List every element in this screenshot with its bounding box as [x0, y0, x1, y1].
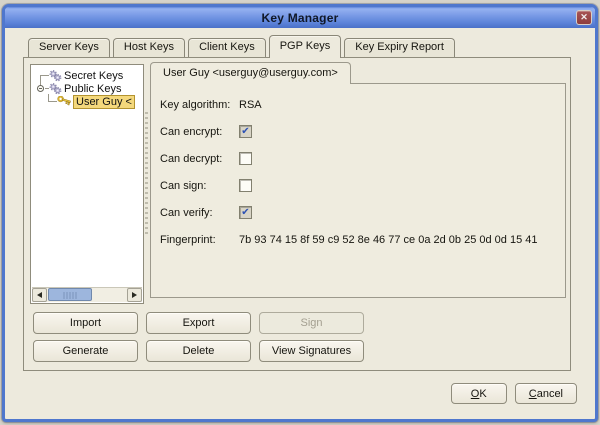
detail-row-key-algorithm: Key algorithm:RSA [151, 91, 565, 118]
check-icon: ✔ [241, 126, 249, 137]
tree-rows: Secret KeysPublic KeysUser Guy < [32, 66, 142, 287]
checkbox-can-encrypt[interactable]: ✔ [239, 125, 252, 138]
tree-horizontal-scrollbar[interactable] [32, 287, 142, 302]
splitter-handle[interactable] [145, 112, 148, 237]
field-value: 7b 93 74 15 8f 59 c9 52 8e 46 77 ce 0a 2… [239, 234, 537, 246]
field-value: RSA [239, 99, 262, 111]
tree-item-user-guy[interactable]: User Guy < [32, 95, 142, 108]
close-button[interactable]: ✕ [576, 10, 592, 25]
field-label: Fingerprint: [160, 234, 239, 246]
field-label: Can verify: [160, 207, 239, 219]
scrollbar-thumb[interactable] [48, 288, 92, 301]
key-manager-window: Key Manager ✕ Server KeysHost KeysClient… [2, 4, 598, 422]
checkbox-can-decrypt[interactable] [239, 152, 252, 165]
detail-tab[interactable]: User Guy <userguy@userguy.com> [150, 62, 351, 84]
field-label: Can sign: [160, 180, 239, 192]
tree-item-label[interactable]: Public Keys [64, 83, 121, 95]
title-bar[interactable]: Key Manager ✕ [5, 7, 595, 28]
tree-item-label[interactable]: User Guy < [73, 95, 135, 109]
scroll-right-button[interactable] [127, 288, 142, 302]
ok-button[interactable]: OK [451, 383, 507, 404]
tree-item-label[interactable]: Secret Keys [64, 70, 123, 82]
action-buttons: Import Export Sign Generate Delete View Signa… [33, 312, 364, 362]
delete-button[interactable]: Delete [146, 340, 251, 362]
checkbox-can-sign[interactable] [239, 179, 252, 192]
tree-item-public-keys[interactable]: Public Keys [32, 82, 142, 95]
detail-row-can-verify: Can verify:✔ [151, 199, 565, 226]
dialog-buttons: OK Cancel [451, 383, 577, 404]
key-pair-icon [49, 83, 62, 95]
field-label: Can decrypt: [160, 153, 239, 165]
import-button[interactable]: Import [33, 312, 138, 334]
tree-item-secret-keys[interactable]: Secret Keys [32, 69, 142, 82]
window-title: Key Manager [262, 11, 339, 25]
scroll-left-button[interactable] [32, 288, 47, 302]
field-label: Can encrypt: [160, 126, 239, 138]
cancel-button[interactable]: Cancel [515, 383, 577, 404]
key-tree: Secret KeysPublic KeysUser Guy < [30, 64, 144, 304]
tab-client-keys[interactable]: Client Keys [188, 38, 266, 57]
detail-row-fingerprint: Fingerprint:7b 93 74 15 8f 59 c9 52 8e 4… [151, 226, 565, 253]
tab-server-keys[interactable]: Server Keys [28, 38, 110, 57]
gold-key-icon [57, 96, 71, 107]
tab-bar: Server KeysHost KeysClient KeysPGP KeysK… [28, 34, 458, 57]
detail-row-can-decrypt: Can decrypt: [151, 145, 565, 172]
tab-pgp-keys[interactable]: PGP Keys [269, 35, 342, 58]
close-icon: ✕ [580, 12, 588, 22]
key-details-panel: Key algorithm:RSACan encrypt:✔Can decryp… [150, 83, 566, 298]
sign-button: Sign [259, 312, 364, 334]
export-button[interactable]: Export [146, 312, 251, 334]
detail-row-can-encrypt: Can encrypt:✔ [151, 118, 565, 145]
checkbox-can-verify[interactable]: ✔ [239, 206, 252, 219]
key-pair-icon [49, 70, 62, 82]
tab-host-keys[interactable]: Host Keys [113, 38, 185, 57]
check-icon: ✔ [241, 207, 249, 218]
detail-row-can-sign: Can sign: [151, 172, 565, 199]
arrow-right-icon [132, 292, 137, 298]
generate-button[interactable]: Generate [33, 340, 138, 362]
view-signatures-button[interactable]: View Signatures [259, 340, 364, 362]
arrow-left-icon [37, 292, 42, 298]
scrollbar-track[interactable] [47, 288, 127, 302]
field-label: Key algorithm: [160, 99, 239, 111]
tab-key-expiry-report[interactable]: Key Expiry Report [344, 38, 455, 57]
